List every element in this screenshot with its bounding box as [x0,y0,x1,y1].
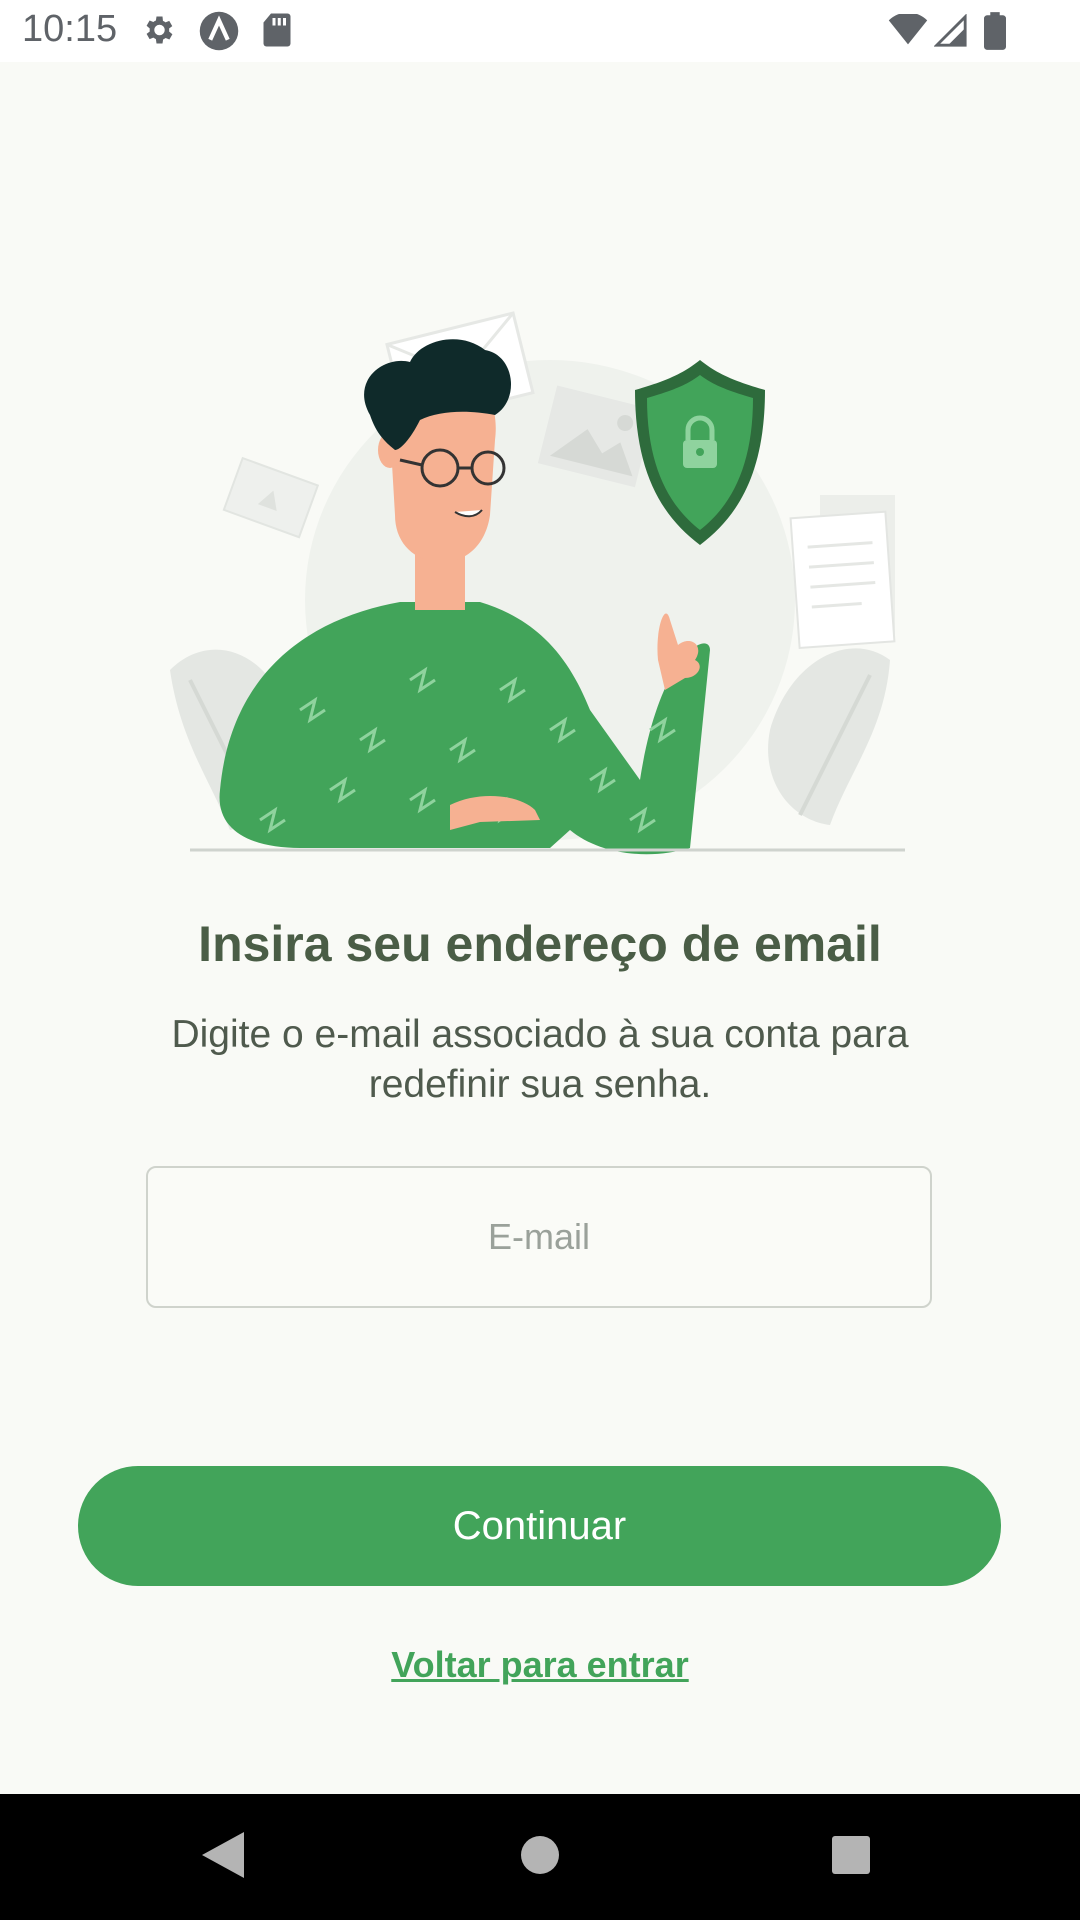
home-icon[interactable] [520,1830,560,1885]
wifi-icon [888,12,928,51]
a-circle-icon [198,10,240,57]
battery-icon [984,12,1006,55]
sd-card-icon [262,12,292,53]
signal-icon [933,13,968,53]
status-time: 10:15 [22,8,118,50]
person-with-security-shield-illustration [150,300,930,860]
page-subtitle: Digite o e-mail associado à sua conta pa… [171,1013,909,1106]
recents-icon[interactable] [830,1830,872,1885]
navigation-bar [0,1794,1080,1920]
back-to-login-link[interactable]: Voltar para entrar [0,1644,1080,1686]
back-icon[interactable] [200,1830,246,1885]
email-field[interactable] [146,1166,932,1308]
status-bar: 10:15 [0,0,1080,62]
gear-icon [140,12,176,53]
continue-button[interactable]: Continuar [78,1466,1001,1586]
page-title: Insira seu endereço de email [198,916,882,972]
